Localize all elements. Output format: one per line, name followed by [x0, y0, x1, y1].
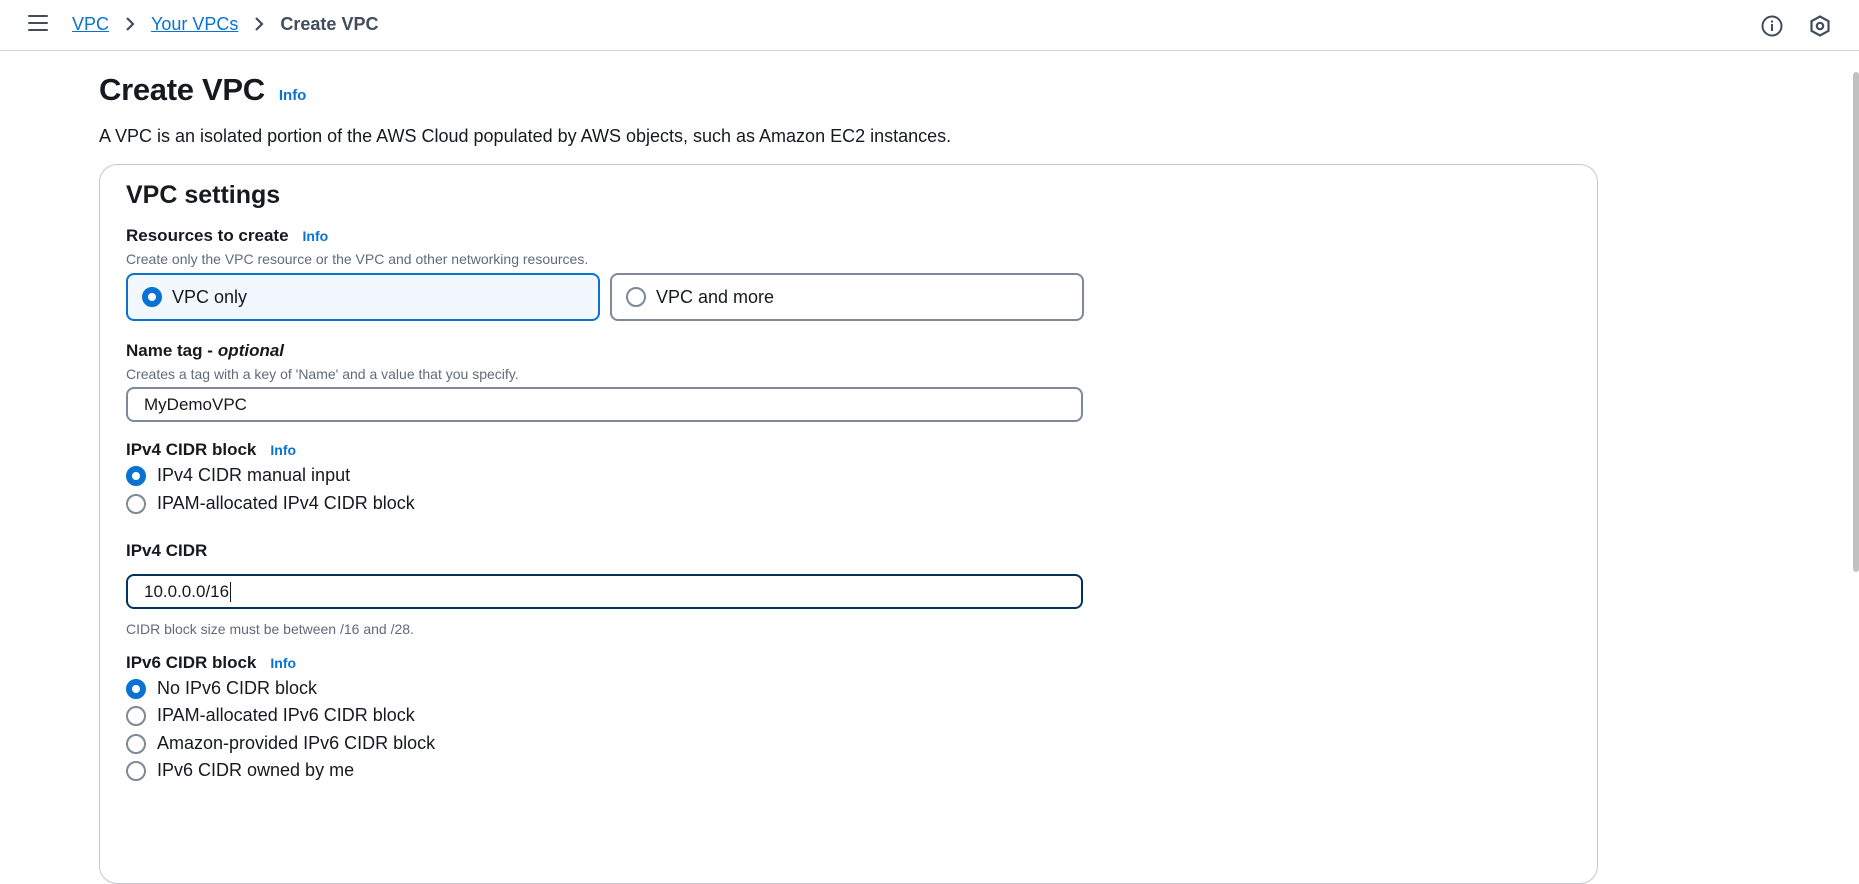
breadcrumb-current: Create VPC [280, 14, 379, 34]
ipv6-block-label-text: IPv6 CIDR block [126, 653, 257, 672]
chevron-right-icon [246, 13, 272, 35]
name-tag-label: Name tag - optional [126, 341, 284, 361]
page-scrollbar[interactable] [1851, 52, 1859, 572]
ipv4-cidr-label: IPv4 CIDR [126, 541, 207, 561]
name-tag-optional: optional [217, 341, 285, 360]
resources-label-text: Resources to create [126, 226, 289, 245]
tile-vpc-only[interactable]: VPC only [126, 273, 600, 321]
breadcrumb: VPC Your VPCs Create VPC [72, 13, 378, 35]
radio-unchecked-icon [126, 760, 146, 781]
radio-checked-icon [142, 287, 162, 307]
ipv6-block-label: IPv6 CIDR block Info [126, 653, 296, 673]
ipv4-block-label: IPv4 CIDR block Info [126, 440, 296, 460]
radio-ipv6-ipam-label: IPAM-allocated IPv6 CIDR block [157, 705, 415, 725]
radio-ipv6-owned-label: IPv6 CIDR owned by me [157, 760, 355, 780]
tile-vpc-and-more-label: VPC and more [656, 286, 775, 307]
page-header: Create VPC Info [99, 72, 306, 108]
ipv4-block-label-text: IPv4 CIDR block [126, 440, 257, 459]
vpc-settings-panel: VPC settings Resources to create Info Cr… [99, 164, 1598, 884]
radio-ipv4-ipam-label: IPAM-allocated IPv4 CIDR block [157, 493, 415, 513]
radio-checked-icon [126, 465, 146, 486]
radio-no-ipv6[interactable]: No IPv6 CIDR block [126, 678, 317, 699]
breadcrumb-your-vpcs[interactable]: Your VPCs [151, 13, 238, 35]
radio-ipv4-ipam[interactable]: IPAM-allocated IPv4 CIDR block [126, 493, 415, 514]
radio-ipv6-owned[interactable]: IPv6 CIDR owned by me [126, 760, 354, 781]
ipv4-block-info-link[interactable]: Info [270, 442, 296, 458]
resources-label: Resources to create Info [126, 226, 328, 246]
radio-unchecked-icon [126, 493, 146, 514]
ipv4-cidr-input[interactable]: 10.0.0.0/16 [126, 574, 1083, 609]
resources-info-link[interactable]: Info [303, 228, 329, 244]
page-info-link[interactable]: Info [279, 87, 307, 104]
resources-description: Create only the VPC resource or the VPC … [126, 251, 589, 267]
ipv6-block-info-link[interactable]: Info [270, 655, 296, 671]
text-caret [230, 581, 232, 602]
tile-vpc-only-label: VPC only [172, 286, 248, 307]
radio-unchecked-icon [626, 287, 646, 307]
name-tag-label-text: Name tag - [126, 341, 213, 360]
radio-ipv6-ipam[interactable]: IPAM-allocated IPv6 CIDR block [126, 705, 415, 726]
settings-hexagon-icon[interactable] [1807, 13, 1833, 39]
radio-ipv6-amazon[interactable]: Amazon-provided IPv6 CIDR block [126, 733, 435, 754]
top-right-tools [1759, 13, 1833, 39]
ipv4-cidr-value: 10.0.0.0/16 [144, 581, 230, 601]
name-tag-value: MyDemoVPC [144, 394, 247, 414]
name-tag-description: Creates a tag with a key of 'Name' and a… [126, 366, 519, 382]
tile-vpc-and-more[interactable]: VPC and more [610, 273, 1084, 321]
scrollbar-thumb[interactable] [1853, 72, 1859, 572]
hamburger-menu-icon[interactable] [28, 15, 48, 33]
top-navigation-bar: VPC Your VPCs Create VPC [0, 0, 1859, 51]
name-tag-input[interactable]: MyDemoVPC [126, 387, 1083, 422]
panel-title: VPC settings [126, 181, 281, 209]
page-title: Create VPC [99, 72, 265, 107]
radio-unchecked-icon [126, 733, 146, 754]
breadcrumb-vpc[interactable]: VPC [72, 13, 109, 35]
info-circle-icon[interactable] [1759, 13, 1785, 39]
chevron-right-icon [117, 13, 143, 35]
ipv4-cidr-label-text: IPv4 CIDR [126, 541, 208, 560]
radio-ipv4-manual[interactable]: IPv4 CIDR manual input [126, 465, 350, 486]
radio-checked-icon [126, 678, 146, 699]
radio-unchecked-icon [126, 705, 146, 726]
radio-ipv4-manual-label: IPv4 CIDR manual input [157, 465, 351, 485]
radio-no-ipv6-label: No IPv6 CIDR block [157, 678, 318, 698]
page-description: A VPC is an isolated portion of the AWS … [99, 126, 952, 146]
ipv4-cidr-hint: CIDR block size must be between /16 and … [126, 621, 414, 637]
radio-ipv6-amazon-label: Amazon-provided IPv6 CIDR block [157, 733, 436, 753]
